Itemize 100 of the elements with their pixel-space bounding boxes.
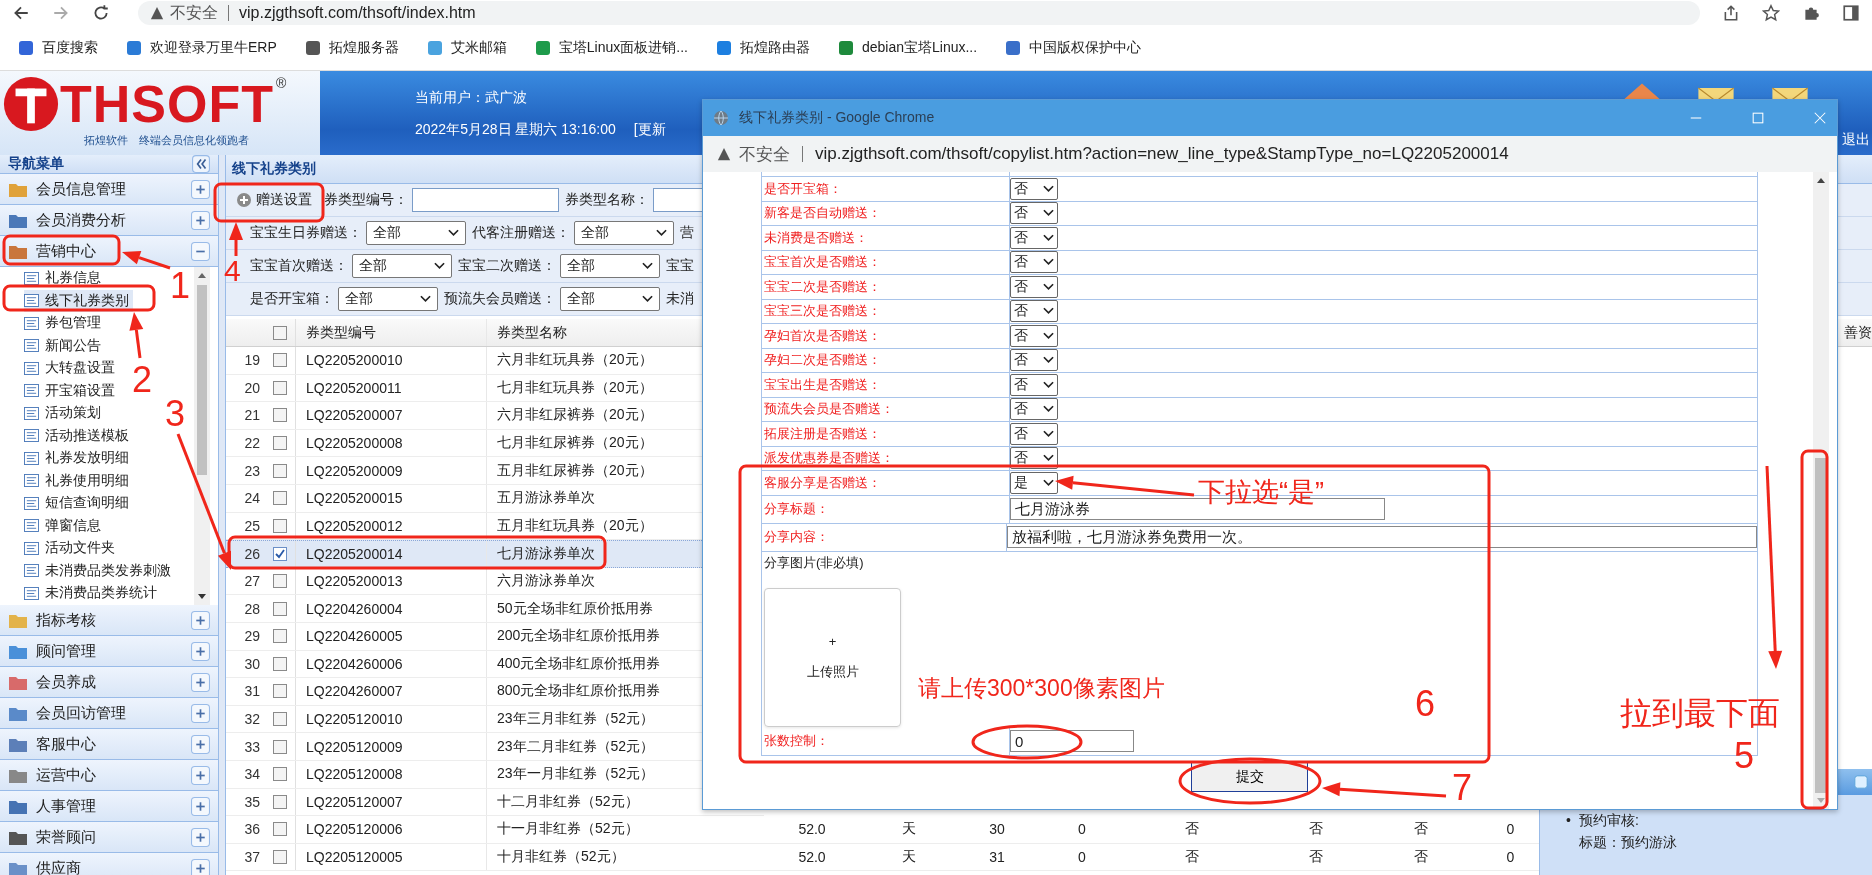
filter-dropdown[interactable]: 全部 (366, 221, 466, 245)
filter-dropdown[interactable]: 全部 (338, 287, 438, 311)
minus-icon[interactable] (191, 241, 210, 261)
bookmark[interactable]: 拓煌路由器 (715, 39, 810, 57)
checkbox[interactable] (272, 794, 287, 809)
upload-photo-button[interactable]: + 上传照片 (764, 587, 901, 727)
bookmark[interactable]: 拓煌服务器 (304, 39, 399, 57)
filter-dropdown[interactable]: 全部 (352, 254, 452, 278)
column-header[interactable]: 券类型名称 (497, 323, 567, 342)
menu-section[interactable]: 供应商 (0, 853, 218, 875)
checkbox[interactable] (272, 408, 287, 423)
checkbox[interactable] (272, 629, 287, 644)
text-field[interactable]: 放福利啦，七月游泳券免费用一次。 (1007, 526, 1757, 548)
plus-icon[interactable] (191, 734, 210, 754)
menu-item[interactable]: 大转盘设置 (24, 357, 119, 380)
update-link[interactable]: [更新 (633, 121, 666, 139)
menu-item[interactable]: 开宝箱设置 (24, 379, 119, 402)
back-icon[interactable] (12, 4, 30, 22)
checkbox[interactable] (272, 380, 287, 395)
menu-item[interactable]: 弹窗信息 (24, 514, 105, 537)
menu-item[interactable]: 礼券发放明细 (24, 447, 133, 470)
menu-section[interactable]: 会员回访管理 (0, 698, 218, 729)
menu-item[interactable]: 礼券使用明细 (24, 469, 133, 492)
checkbox[interactable] (272, 712, 287, 726)
yes-no-dropdown[interactable]: 否 (1010, 275, 1058, 298)
column-header[interactable]: 善资 (1844, 323, 1872, 342)
plus-icon[interactable] (191, 796, 210, 816)
plus-icon[interactable] (191, 703, 210, 723)
plus-icon[interactable] (191, 672, 210, 692)
reload-icon[interactable] (92, 4, 110, 22)
table-row[interactable]: 37 LQ2205120005 十月非红券（52元） 52.0 天 31 0 否 否 否 0 (226, 843, 1540, 872)
sidebar-icon[interactable] (1842, 4, 1860, 22)
checkbox[interactable] (272, 850, 287, 864)
bookmark[interactable]: 宝塔Linux面板进销... (534, 39, 688, 57)
collapse-icon[interactable] (192, 155, 210, 173)
menu-section[interactable]: 指标考核 (0, 605, 218, 636)
forward-icon[interactable] (52, 4, 70, 22)
menu-section[interactable]: 顾问管理 (0, 636, 218, 667)
yes-no-dropdown[interactable]: 否 (1010, 300, 1058, 323)
menu-section[interactable]: 荣誉顾问 (0, 822, 218, 853)
menu-item[interactable]: 短信查询明细 (24, 492, 133, 515)
plus-icon[interactable] (191, 610, 210, 630)
yes-no-dropdown[interactable]: 是 (1010, 471, 1058, 494)
column-header[interactable]: 券类型编号 (306, 323, 376, 342)
menu-section[interactable]: 客服中心 (0, 729, 218, 760)
checkbox[interactable] (272, 574, 287, 589)
yes-no-dropdown[interactable]: 否 (1010, 251, 1058, 274)
yes-no-dropdown[interactable]: 否 (1010, 422, 1058, 445)
checkbox[interactable] (272, 546, 287, 561)
menu-item[interactable]: 未消费品类券统计 (24, 582, 161, 605)
yes-no-dropdown[interactable]: 否 (1010, 324, 1058, 347)
share-icon[interactable] (1722, 4, 1740, 22)
filter-dropdown[interactable]: 全部 (560, 287, 660, 311)
scrollbar[interactable] (194, 267, 210, 605)
checkbox[interactable] (272, 325, 287, 340)
yes-no-dropdown[interactable]: 否 (1010, 202, 1058, 225)
table-row[interactable]: 36 LQ2205120006 十一月非红券（52元） 52.0 天 30 0 否 否 否 0 (226, 816, 1540, 844)
yes-no-dropdown[interactable]: 否 (1010, 373, 1058, 396)
bookmark[interactable]: 欢迎登录万里牛ERP (126, 39, 277, 57)
yes-no-dropdown[interactable]: 否 (1010, 349, 1058, 372)
checkbox[interactable] (272, 767, 287, 782)
menu-section[interactable]: 会员养成 (0, 667, 218, 698)
checkbox[interactable] (272, 601, 287, 616)
scrollbar[interactable] (1813, 172, 1829, 809)
plus-icon[interactable] (191, 827, 210, 847)
yes-no-dropdown[interactable]: 否 (1010, 177, 1058, 200)
checkbox[interactable] (272, 822, 287, 837)
logout-link[interactable]: 退出 (1842, 131, 1872, 149)
plus-icon[interactable] (191, 765, 210, 785)
plus-icon[interactable] (191, 210, 210, 230)
menu-section[interactable]: 会员信息管理 (0, 174, 218, 205)
yes-no-dropdown[interactable]: 否 (1010, 398, 1058, 421)
menu-item[interactable]: 活动策划 (24, 402, 105, 425)
plus-icon[interactable] (191, 641, 210, 661)
filter-dropdown[interactable]: 全部 (560, 254, 660, 278)
bookmark[interactable]: 百度搜索 (18, 39, 98, 57)
menu-item[interactable]: 新闻公告 (24, 334, 105, 357)
plus-icon[interactable] (191, 858, 210, 875)
checkbox[interactable] (272, 491, 287, 506)
menu-item[interactable]: 礼券信息 (24, 267, 105, 290)
menu-item[interactable]: 未消费品类发券刺激 (24, 559, 175, 582)
checkbox[interactable] (272, 518, 287, 533)
yes-no-dropdown[interactable]: 否 (1010, 226, 1058, 249)
star-icon[interactable] (1762, 4, 1780, 22)
bookmark[interactable]: debian宝塔Linux... (837, 39, 978, 57)
menu-item[interactable]: 活动推送模板 (24, 424, 133, 447)
close-icon[interactable] (1813, 111, 1827, 125)
checkbox[interactable] (272, 656, 287, 671)
checkbox[interactable] (272, 684, 287, 699)
filter-input[interactable] (412, 188, 559, 212)
maximize-icon[interactable] (1751, 111, 1765, 125)
checkbox[interactable] (272, 463, 287, 478)
bookmark[interactable]: 中国版权保护中心 (1005, 39, 1142, 57)
menu-item[interactable]: 券包管理 (24, 312, 105, 335)
yes-no-dropdown[interactable]: 否 (1010, 447, 1058, 470)
gift-settings-button[interactable]: 赠送设置 (230, 189, 318, 211)
menu-item[interactable]: 活动文件夹 (24, 537, 119, 560)
count-field[interactable]: 0 (1010, 730, 1134, 752)
checkbox[interactable] (272, 436, 287, 451)
address-bar[interactable]: 不安全 vip.zjgthsoft.com/thsoft/copylist.htm?action=new_line_type&StampType_no=LQ2205200014 (703, 136, 1837, 172)
